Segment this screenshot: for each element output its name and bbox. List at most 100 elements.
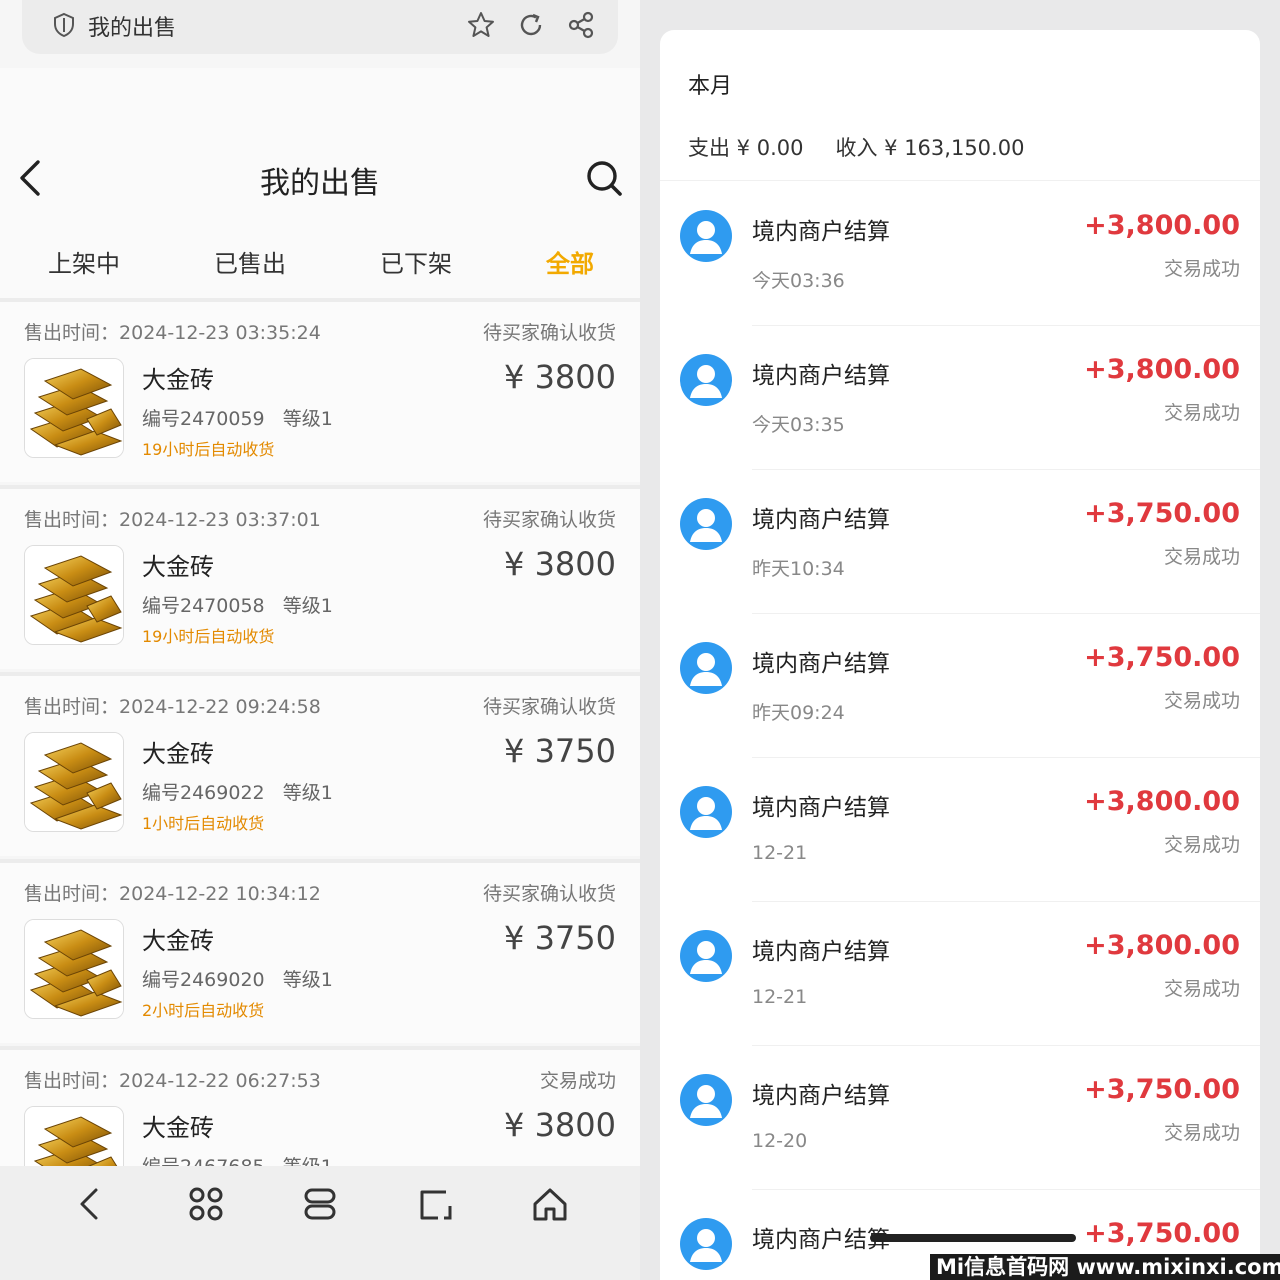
transaction-state: 交易成功	[1163, 546, 1240, 568]
item-price: ¥ 3750	[504, 732, 616, 770]
user-avatar-icon	[680, 210, 732, 262]
tab-sold[interactable]: 已售出	[214, 244, 286, 279]
transaction-date: 今天03:35	[752, 414, 845, 436]
transaction-state: 交易成功	[1163, 1122, 1240, 1144]
income-total: 收入 ¥ 163,150.00	[835, 136, 1025, 160]
sale-time: 售出时间：2024-12-23 03:37:01	[24, 509, 321, 531]
item-serial: 编号2469020 等级1	[142, 969, 333, 991]
tab-delisted[interactable]: 已下架	[380, 244, 452, 279]
browser-address-bar[interactable]: 我的出售	[22, 0, 618, 54]
statement-panel: 本月 支出 ¥ 0.00 收入 ¥ 163,150.00 境内商户结算 今天03:…	[660, 30, 1260, 1280]
gold-bar-thumbnail	[24, 545, 124, 645]
transaction-state: 交易成功	[1163, 690, 1240, 712]
transaction-date: 12-21	[752, 986, 808, 1008]
share-icon[interactable]	[566, 10, 596, 40]
transaction-row[interactable]: 境内商户结算 昨天10:34 +3,750.00 交易成功	[660, 470, 1260, 614]
nav-back-icon[interactable]	[70, 1184, 110, 1224]
order-status: 待买家确认收货	[482, 322, 616, 344]
browser-page-title: 我的出售	[88, 16, 177, 41]
transaction-row[interactable]: 境内商户结算 今天03:36 +3,800.00 交易成功	[660, 182, 1260, 326]
home-indicator[interactable]	[870, 1234, 1076, 1242]
user-avatar-icon	[680, 786, 732, 838]
gold-bar-image	[25, 546, 124, 645]
transaction-title: 境内商户结算	[752, 219, 890, 245]
transaction-date: 昨天09:24	[752, 702, 845, 724]
order-card[interactable]: 售出时间：2024-12-22 10:34:12 待买家确认收货 大金砖 ¥ 3…	[0, 859, 640, 1043]
user-avatar-icon	[680, 1218, 732, 1270]
item-price: ¥ 3800	[504, 545, 616, 583]
item-name: 大金砖	[142, 366, 214, 394]
transaction-date: 12-21	[752, 842, 808, 864]
transaction-amount: +3,800.00	[1084, 930, 1240, 961]
apps-icon[interactable]	[186, 1184, 226, 1224]
user-avatar-icon	[680, 930, 732, 982]
transaction-row[interactable]: 境内商户结算 今天03:35 +3,800.00 交易成功	[660, 326, 1260, 470]
auto-receive-note: 19小时后自动收货	[142, 440, 275, 459]
transaction-row[interactable]: 境内商户结算 12-21 +3,800.00 交易成功	[660, 758, 1260, 902]
page-title: 我的出售	[260, 166, 380, 201]
gold-bar-image	[25, 920, 124, 1019]
item-price: ¥ 3750	[504, 919, 616, 957]
transaction-amount: +3,750.00	[1084, 498, 1240, 529]
transaction-amount: +3,800.00	[1084, 786, 1240, 817]
browser-bottom-nav	[0, 1166, 640, 1280]
user-avatar-icon	[680, 354, 732, 406]
expense-total: 支出 ¥ 0.00	[688, 136, 804, 160]
transaction-state: 交易成功	[1163, 978, 1240, 1000]
auto-receive-note: 19小时后自动收货	[142, 627, 275, 646]
transaction-state: 交易成功	[1163, 258, 1240, 280]
transaction-title: 境内商户结算	[752, 651, 890, 677]
transaction-title: 境内商户结算	[752, 939, 890, 965]
transaction-amount: +3,800.00	[1084, 210, 1240, 241]
search-icon[interactable]	[584, 158, 624, 198]
gold-bar-thumbnail	[24, 919, 124, 1019]
gold-bar-image	[25, 733, 124, 832]
item-name: 大金砖	[142, 1114, 214, 1142]
month-summary: 支出 ¥ 0.00 收入 ¥ 163,150.00	[688, 132, 1024, 162]
order-status: 待买家确认收货	[482, 509, 616, 531]
home-icon[interactable]	[530, 1184, 570, 1224]
tab-listed[interactable]: 上架中	[48, 244, 120, 279]
transaction-title: 境内商户结算	[752, 363, 890, 389]
auto-receive-note: 1小时后自动收货	[142, 814, 265, 833]
refresh-icon[interactable]	[516, 10, 546, 40]
tabs-icon[interactable]	[300, 1184, 340, 1224]
transaction-title: 境内商户结算	[752, 507, 890, 533]
transaction-row[interactable]: 境内商户结算 12-21 +3,800.00 交易成功	[660, 902, 1260, 1046]
divider	[660, 180, 1260, 181]
sale-time: 售出时间：2024-12-22 10:34:12	[24, 883, 321, 905]
item-name: 大金砖	[142, 553, 214, 581]
transaction-date: 昨天10:34	[752, 558, 845, 580]
transaction-amount: +3,750.00	[1084, 1074, 1240, 1105]
sale-time: 售出时间：2024-12-22 06:27:53	[24, 1070, 321, 1092]
transaction-date: 今天03:36	[752, 270, 845, 292]
sales-panel: 我的出售 我的出售 上架中 已售出 已下架 全部 售出时间：2024-12-23…	[0, 0, 640, 1280]
month-label: 本月	[688, 74, 733, 99]
sale-time: 售出时间：2024-12-22 09:24:58	[24, 696, 321, 718]
item-serial: 编号2470059 等级1	[142, 408, 333, 430]
transaction-row[interactable]: 境内商户结算 12-20 +3,750.00 交易成功	[660, 1046, 1260, 1190]
star-icon[interactable]	[466, 10, 496, 40]
edit-page-icon[interactable]	[416, 1184, 456, 1224]
transaction-title: 境内商户结算	[752, 1083, 890, 1109]
user-avatar-icon	[680, 642, 732, 694]
transaction-title: 境内商户结算	[752, 795, 890, 821]
user-avatar-icon	[680, 1074, 732, 1126]
order-card[interactable]: 售出时间：2024-12-23 03:37:01 待买家确认收货 大金砖 ¥ 3…	[0, 485, 640, 669]
item-serial: 编号2469022 等级1	[142, 782, 333, 804]
order-card[interactable]: 售出时间：2024-12-23 03:35:24 待买家确认收货 大金砖 ¥ 3…	[0, 298, 640, 482]
gold-bar-thumbnail	[24, 358, 124, 458]
transaction-row[interactable]: 境内商户结算 昨天09:24 +3,750.00 交易成功	[660, 614, 1260, 758]
order-card[interactable]: 售出时间：2024-12-22 09:24:58 待买家确认收货 大金砖 ¥ 3…	[0, 672, 640, 856]
transaction-amount: +3,750.00	[1084, 1218, 1240, 1249]
item-price: ¥ 3800	[504, 358, 616, 396]
transaction-state: 交易成功	[1163, 402, 1240, 424]
transaction-amount: +3,800.00	[1084, 354, 1240, 385]
tab-all[interactable]: 全部	[546, 244, 594, 279]
gold-bar-image	[25, 359, 124, 458]
user-avatar-icon	[680, 498, 732, 550]
item-name: 大金砖	[142, 740, 214, 768]
watermark: Mi信息首码网 www.mixinxi.com	[930, 1254, 1280, 1280]
item-serial: 编号2470058 等级1	[142, 595, 333, 617]
transaction-date: 12-20	[752, 1130, 808, 1152]
